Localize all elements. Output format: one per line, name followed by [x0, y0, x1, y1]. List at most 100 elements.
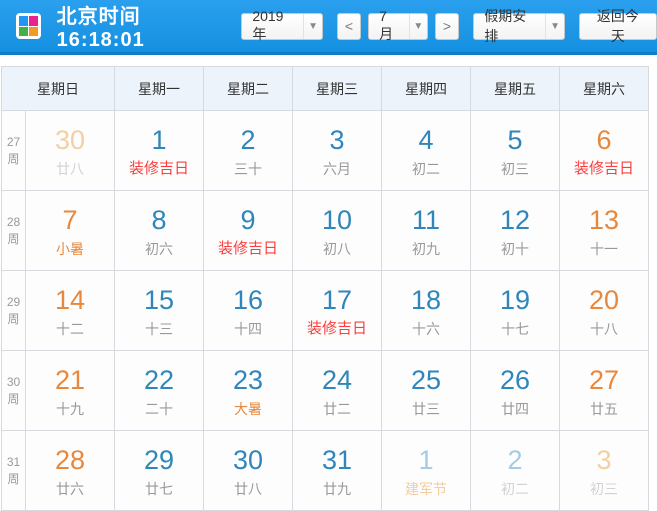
- day-cell[interactable]: 1 建军节: [381, 430, 471, 511]
- day-lunar-label: 廿二: [323, 401, 351, 417]
- day-cell[interactable]: 9 装修吉日: [203, 190, 293, 271]
- day-number: 31: [321, 445, 353, 475]
- year-select[interactable]: 2019年 ▼: [241, 8, 323, 42]
- day-number: 3: [329, 125, 345, 155]
- logo-tile-orange: [28, 26, 38, 36]
- day-number: 7: [62, 205, 78, 235]
- weekday-header: 星期二: [203, 66, 293, 111]
- week-row: 27周 30 廿八 1 装修吉日 2 三十 3 六月 4 初二 5 初三 6 装修吉日: [1, 110, 649, 191]
- day-number: 4: [418, 125, 434, 155]
- day-cell[interactable]: 3 初三: [559, 430, 649, 511]
- day-cell[interactable]: 28 廿六: [25, 430, 115, 511]
- day-lunar-label: 廿八: [234, 481, 262, 497]
- day-cell[interactable]: 31 廿九: [292, 430, 382, 511]
- day-cell[interactable]: 30 廿八: [25, 110, 115, 191]
- day-number: 2: [507, 445, 523, 475]
- logo-tile-magenta: [28, 16, 38, 26]
- week-row: 28周 7 小暑 8 初六 9 装修吉日 10 初八 11 初九 12 初十 13 十一: [1, 190, 649, 271]
- day-cell[interactable]: 11 初九: [381, 190, 471, 271]
- day-lunar-label: 小暑: [56, 241, 84, 257]
- logo-tile-green: [19, 26, 28, 36]
- day-lunar-label: 十七: [501, 321, 529, 337]
- day-cell[interactable]: 17 装修吉日: [292, 270, 382, 351]
- day-cell[interactable]: 6 装修吉日: [559, 110, 649, 191]
- beijing-time-label: 北京时间 16:18:01: [56, 6, 145, 51]
- back-to-today-button[interactable]: 返回今天: [578, 8, 657, 44]
- week-number-label: 31周: [1, 430, 26, 511]
- day-cell[interactable]: 30 廿八: [203, 430, 293, 511]
- day-number: 3: [596, 445, 612, 475]
- day-cell[interactable]: 8 初六: [114, 190, 204, 271]
- day-cell[interactable]: 3 六月: [292, 110, 382, 191]
- day-cell[interactable]: 15 十三: [114, 270, 204, 351]
- day-number: 9: [240, 205, 256, 235]
- day-cell[interactable]: 26 廿四: [470, 350, 560, 431]
- day-cell[interactable]: 10 初八: [292, 190, 382, 271]
- day-cell[interactable]: 25 廿三: [381, 350, 471, 431]
- day-cell[interactable]: 27 廿五: [559, 350, 649, 431]
- day-lunar-label: 装修吉日: [306, 320, 367, 337]
- day-lunar-label: 初二: [501, 481, 529, 497]
- day-lunar-label: 廿七: [145, 481, 173, 497]
- weekday-header: 星期日: [1, 66, 115, 111]
- day-lunar-label: 十九: [56, 401, 84, 417]
- day-lunar-label: 初十: [501, 241, 529, 257]
- week-row: 31周 28 廿六 29 廿七 30 廿八 31 廿九 1 建军节 2 初二 3 初三: [1, 430, 649, 511]
- day-cell[interactable]: 29 廿七: [114, 430, 204, 511]
- day-cell[interactable]: 2 初二: [470, 430, 560, 511]
- day-cell[interactable]: 14 十二: [25, 270, 115, 351]
- day-cell[interactable]: 16 十四: [203, 270, 293, 351]
- month-select-value: 7月: [379, 8, 394, 42]
- weekday-header: 星期一: [114, 66, 204, 111]
- day-number: 24: [321, 365, 353, 395]
- day-number: 26: [499, 365, 531, 395]
- day-number: 22: [143, 365, 175, 395]
- day-lunar-label: 三十: [234, 161, 262, 177]
- day-cell[interactable]: 20 十八: [559, 270, 649, 351]
- week-number-label: 29周: [1, 270, 26, 351]
- calendar-body: 27周 30 廿八 1 装修吉日 2 三十 3 六月 4 初二 5 初三 6 装修吉日 28周 7 小暑 8 初六 9 装…: [1, 110, 649, 511]
- day-lunar-label: 十二: [56, 321, 84, 337]
- day-number: 12: [499, 205, 531, 235]
- day-number: 19: [499, 285, 531, 315]
- month-select[interactable]: 7月 ▼: [368, 8, 428, 42]
- day-number: 16: [232, 285, 264, 315]
- day-number: 30: [232, 445, 264, 475]
- day-cell[interactable]: 7 小暑: [25, 190, 115, 271]
- day-cell[interactable]: 13 十一: [559, 190, 649, 271]
- week-row: 30周 21 十九 22 二十 23 大暑 24 廿二 25 廿三 26 廿四 27 廿五: [1, 350, 649, 431]
- day-cell[interactable]: 23 大暑: [203, 350, 293, 431]
- chevron-down-icon[interactable]: ▼: [408, 13, 427, 39]
- chevron-down-icon[interactable]: ▼: [303, 13, 321, 39]
- day-number: 11: [411, 205, 441, 235]
- day-lunar-label: 初九: [412, 241, 440, 257]
- prev-month-button[interactable]: <: [336, 12, 362, 40]
- day-cell[interactable]: 21 十九: [25, 350, 115, 431]
- day-cell[interactable]: 1 装修吉日: [114, 110, 204, 191]
- day-lunar-label: 装修吉日: [573, 160, 634, 177]
- top-toolbar: 北京时间 16:18:01 2019年 ▼ < 7月 ▼ > 假期安排 ▼ 返回…: [0, 0, 657, 55]
- day-cell[interactable]: 22 二十: [114, 350, 204, 431]
- next-month-button[interactable]: >: [434, 12, 460, 40]
- day-number: 25: [410, 365, 442, 395]
- holiday-schedule-select[interactable]: 假期安排 ▼: [473, 8, 565, 44]
- day-lunar-label: 十八: [590, 321, 618, 337]
- day-cell[interactable]: 19 十七: [470, 270, 560, 351]
- day-cell[interactable]: 12 初十: [470, 190, 560, 271]
- calendar-table: 星期日 星期一 星期二 星期三 星期四 星期五 星期六 27周 30 廿八 1 装修吉日 2 三十 3 六月…: [1, 66, 649, 511]
- day-lunar-label: 初二: [412, 161, 440, 177]
- day-cell[interactable]: 5 初三: [470, 110, 560, 191]
- chevron-down-icon[interactable]: ▼: [545, 13, 563, 39]
- day-cell[interactable]: 18 十六: [381, 270, 471, 351]
- year-select-value: 2019年: [252, 8, 284, 42]
- day-cell[interactable]: 2 三十: [203, 110, 293, 191]
- day-lunar-label: 十六: [412, 321, 440, 337]
- calendar-logo-icon: [16, 13, 41, 39]
- day-number: 28: [54, 445, 86, 475]
- weekday-header: 星期三: [292, 66, 382, 111]
- day-number: 14: [54, 285, 86, 315]
- week-number-label: 27周: [1, 110, 26, 191]
- day-lunar-label: 廿八: [56, 161, 84, 177]
- day-cell[interactable]: 4 初二: [381, 110, 471, 191]
- day-cell[interactable]: 24 廿二: [292, 350, 382, 431]
